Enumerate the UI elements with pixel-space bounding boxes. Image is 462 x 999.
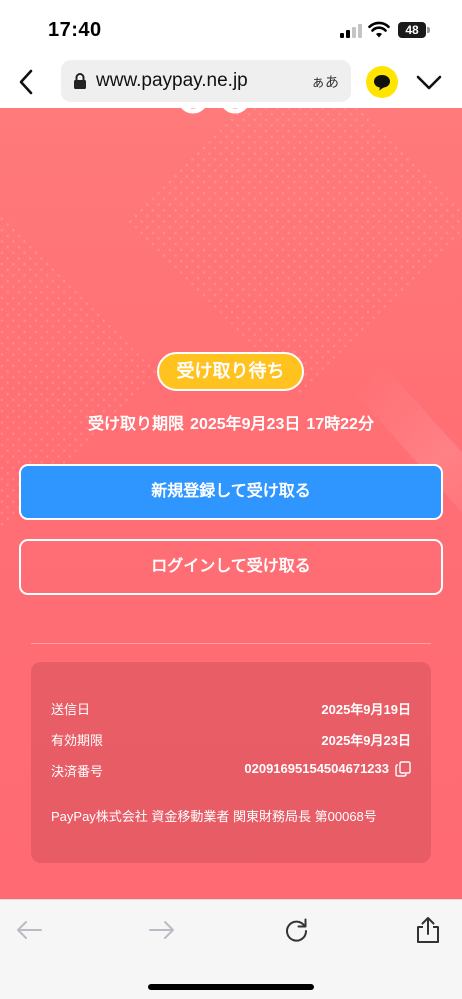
receive-deadline: 受け取り期限 2025年9月23日 17時22分 <box>0 410 462 434</box>
arrow-right-icon[interactable] <box>147 916 177 944</box>
address-bar[interactable]: www.paypay.ne.jp ぁあ <box>61 60 351 102</box>
browser-toolbar: www.paypay.ne.jp ぁあ <box>0 58 462 108</box>
payment-number-value: 02091695154504671233 <box>244 761 389 776</box>
lock-icon <box>74 73 86 89</box>
arrow-left-icon[interactable] <box>14 916 44 944</box>
transfer-details-card: 送信日 2025年9月19日 有効期限 2025年9月23日 決済番号 0209… <box>31 662 431 863</box>
payment-number-label: 決済番号 <box>51 764 104 779</box>
chevron-down-icon[interactable] <box>414 70 444 94</box>
sent-date-row: 送信日 2025年9月19日 <box>51 699 411 719</box>
reload-icon[interactable] <box>282 916 312 944</box>
expiry-value: 2025年9月23日 <box>321 733 411 748</box>
company-info: PayPay株式会社 資金移動業者 関東財務局長 第00068号 <box>51 809 377 824</box>
deadline-label: 受け取り期限 <box>88 416 185 433</box>
chat-extension-icon[interactable] <box>366 66 398 98</box>
battery-cap <box>427 27 430 33</box>
text-size-button[interactable]: ぁあ <box>311 72 339 92</box>
sent-date-value: 2025年9月19日 <box>321 702 411 717</box>
wifi-icon <box>368 21 390 38</box>
status-time: 17:40 <box>48 19 102 41</box>
sent-date-label: 送信日 <box>51 702 91 717</box>
expiry-label: 有効期限 <box>51 733 104 748</box>
decorative-streak <box>351 362 462 554</box>
deadline-time: 17時22分 <box>306 416 374 433</box>
back-chevron-icon[interactable] <box>14 68 40 96</box>
browser-bottom-bar <box>0 899 462 999</box>
status-badge: 受け取り待ち <box>157 352 304 391</box>
paypay-logo <box>181 108 247 114</box>
register-and-receive-button[interactable]: 新規登録して受け取る <box>19 464 443 520</box>
payment-number-row: 決済番号 02091695154504671233 <box>51 761 411 781</box>
copy-icon[interactable] <box>395 761 411 777</box>
login-and-receive-button[interactable]: ログインして受け取る <box>19 539 443 595</box>
home-indicator <box>148 984 314 990</box>
share-icon[interactable] <box>413 916 443 944</box>
deadline-date: 2025年9月23日 <box>190 416 301 433</box>
divider <box>31 643 431 644</box>
status-bar: 17:40 48 <box>0 0 462 58</box>
battery-indicator: 48 <box>398 22 426 38</box>
url-text: www.paypay.ne.jp <box>96 70 248 91</box>
expiry-row: 有効期限 2025年9月23日 <box>51 730 411 750</box>
paypay-receive-page: 受け取り待ち 受け取り期限 2025年9月23日 17時22分 新規登録して受け取る… <box>0 108 462 899</box>
cellular-signal-icon <box>340 24 362 38</box>
